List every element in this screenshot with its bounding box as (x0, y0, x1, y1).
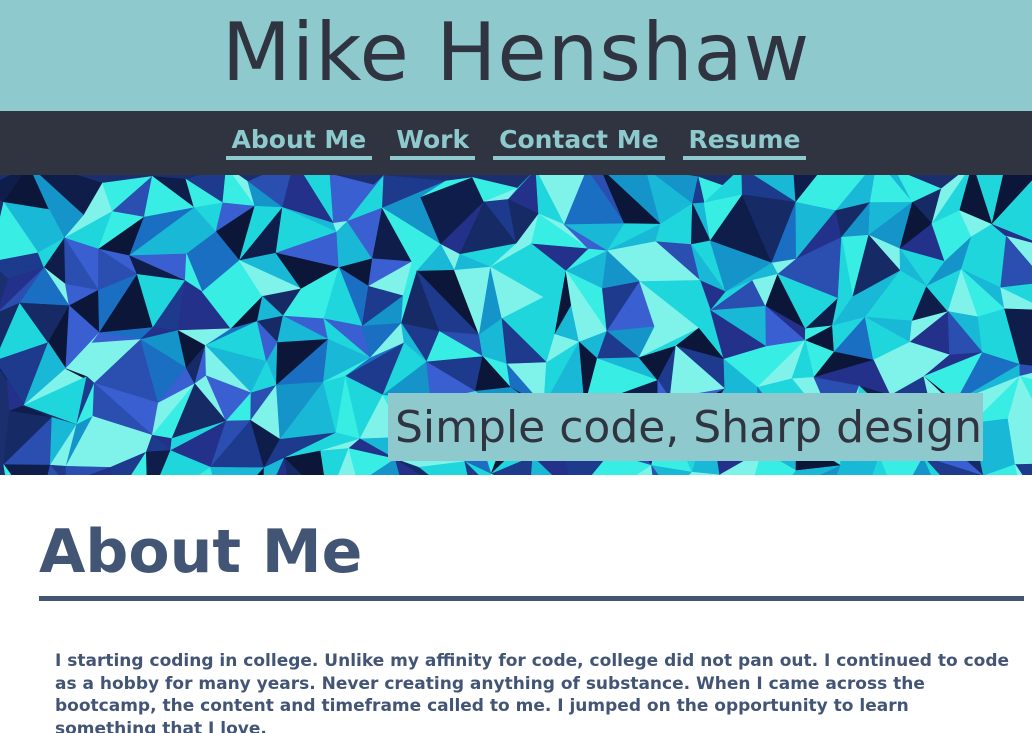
nav-link-contact-me[interactable]: Contact Me (493, 126, 665, 160)
nav-link-resume[interactable]: Resume (682, 126, 807, 160)
main-nav: About Me Work Contact Me Resume (0, 111, 1032, 175)
about-divider (39, 596, 1024, 601)
about-heading: About Me (39, 517, 363, 587)
nav-link-about-me[interactable]: About Me (225, 126, 373, 160)
site-title: Mike Henshaw (221, 5, 811, 99)
site-header: Mike Henshaw (0, 0, 1032, 111)
nav-link-work[interactable]: Work (390, 126, 476, 160)
hero-tagline: Simple code, Sharp design (388, 393, 983, 461)
about-paragraph: I starting coding in college. Unlike my … (55, 651, 1010, 733)
hero-banner: Simple code, Sharp design (0, 175, 1032, 475)
